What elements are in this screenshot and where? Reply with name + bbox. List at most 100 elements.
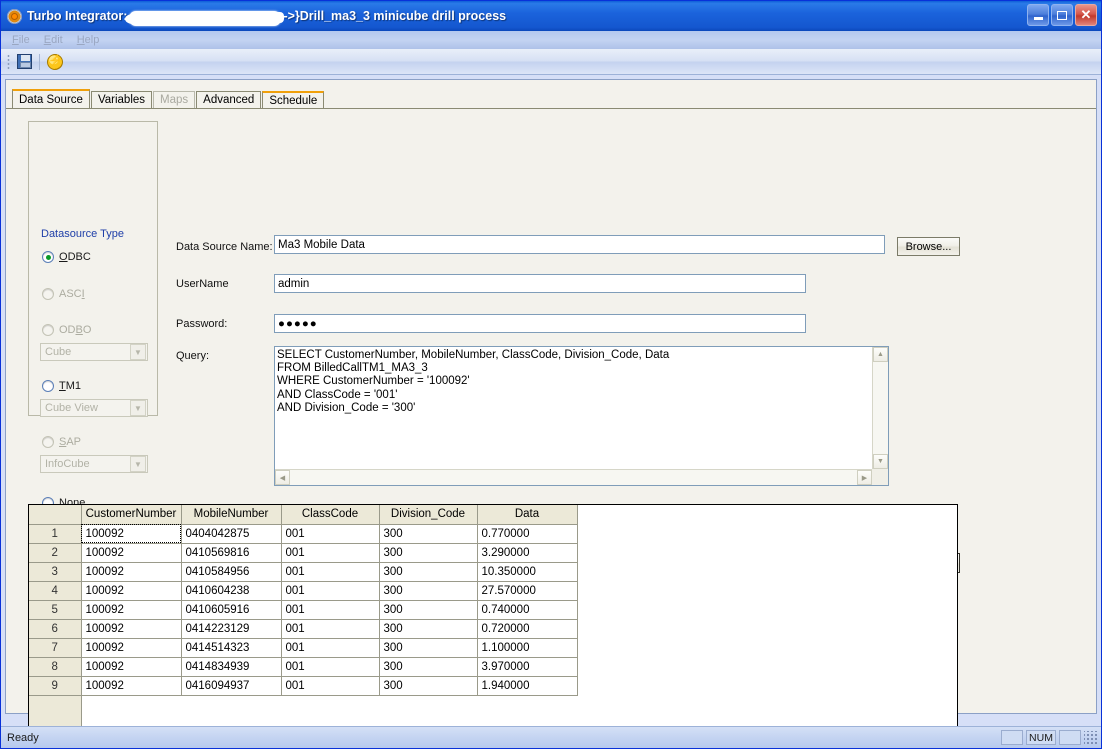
table-cell[interactable]: 001 bbox=[281, 581, 379, 600]
query-text[interactable]: SELECT CustomerNumber, MobileNumber, Cla… bbox=[277, 349, 871, 468]
table-cell[interactable]: 0.770000 bbox=[477, 524, 577, 543]
column-header-data[interactable]: Data bbox=[477, 505, 577, 524]
table-cell[interactable]: 300 bbox=[379, 524, 477, 543]
table-cell-empty[interactable] bbox=[379, 695, 477, 727]
tab-schedule[interactable]: Schedule bbox=[262, 91, 324, 108]
query-editor[interactable]: SELECT CustomerNumber, MobileNumber, Cla… bbox=[274, 346, 889, 486]
table-row-empty[interactable] bbox=[29, 695, 577, 727]
row-header-cell[interactable]: 4 bbox=[29, 581, 81, 600]
table-cell[interactable]: 001 bbox=[281, 676, 379, 695]
table-cell[interactable]: 100092 bbox=[81, 524, 181, 543]
table-cell[interactable]: 100092 bbox=[81, 638, 181, 657]
minimize-button[interactable] bbox=[1027, 4, 1049, 26]
table-cell[interactable]: 300 bbox=[379, 638, 477, 657]
table-cell[interactable]: 100092 bbox=[81, 600, 181, 619]
tab-advanced[interactable]: Advanced bbox=[196, 91, 261, 108]
table-cell[interactable]: 100092 bbox=[81, 676, 181, 695]
column-header-division-code[interactable]: Division_Code bbox=[379, 505, 477, 524]
preview-result-grid[interactable]: CustomerNumber MobileNumber ClassCode Di… bbox=[28, 504, 958, 732]
table-cell[interactable]: 300 bbox=[379, 600, 477, 619]
close-button[interactable]: ✕ bbox=[1075, 4, 1097, 26]
table-row[interactable]: 110009204040428750013000.770000 bbox=[29, 524, 577, 543]
table-row[interactable]: 910009204160949370013001.940000 bbox=[29, 676, 577, 695]
table-cell[interactable]: 100092 bbox=[81, 657, 181, 676]
menu-item-file[interactable]: File bbox=[7, 33, 39, 47]
menu-item-help[interactable]: Help bbox=[72, 33, 109, 47]
table-cell[interactable]: 0414834939 bbox=[181, 657, 281, 676]
table-row[interactable]: 610009204142231290013000.720000 bbox=[29, 619, 577, 638]
radio-tm1[interactable]: TM1 bbox=[42, 380, 81, 392]
table-cell[interactable]: 300 bbox=[379, 543, 477, 562]
table-cell[interactable]: 0410584956 bbox=[181, 562, 281, 581]
table-cell[interactable]: 100092 bbox=[81, 562, 181, 581]
row-header-cell[interactable]: 6 bbox=[29, 619, 81, 638]
table-cell[interactable]: 0414514323 bbox=[181, 638, 281, 657]
column-header-mobilenumber[interactable]: MobileNumber bbox=[181, 505, 281, 524]
tab-data-source[interactable]: Data Source bbox=[12, 89, 90, 108]
row-header-cell[interactable]: 5 bbox=[29, 600, 81, 619]
radio-odbc[interactable]: ODBC bbox=[42, 251, 91, 263]
datasource-name-input[interactable]: Ma3 Mobile Data bbox=[274, 235, 885, 254]
table-cell[interactable]: 300 bbox=[379, 657, 477, 676]
corner-header-cell[interactable] bbox=[29, 505, 81, 524]
table-cell[interactable]: 001 bbox=[281, 543, 379, 562]
row-header-cell[interactable]: 3 bbox=[29, 562, 81, 581]
table-cell[interactable]: 300 bbox=[379, 676, 477, 695]
table-cell[interactable]: 100092 bbox=[81, 543, 181, 562]
table-cell[interactable]: 1.100000 bbox=[477, 638, 577, 657]
resize-grip-icon[interactable] bbox=[1084, 731, 1098, 745]
scroll-down-icon[interactable]: ▼ bbox=[873, 454, 888, 469]
table-row[interactable]: 810009204148349390013003.970000 bbox=[29, 657, 577, 676]
query-vertical-scrollbar[interactable]: ▲ ▼ bbox=[872, 347, 888, 469]
tab-variables[interactable]: Variables bbox=[91, 91, 152, 108]
toolbar-drag-handle[interactable] bbox=[7, 54, 10, 70]
table-cell[interactable]: 001 bbox=[281, 524, 379, 543]
row-header-cell[interactable]: 1 bbox=[29, 524, 81, 543]
table-cell[interactable]: 001 bbox=[281, 562, 379, 581]
table-cell-empty[interactable] bbox=[281, 695, 379, 727]
query-horizontal-scrollbar[interactable]: ◀ ▶ bbox=[275, 469, 888, 485]
column-header-customernumber[interactable]: CustomerNumber bbox=[81, 505, 181, 524]
username-input[interactable]: admin bbox=[274, 274, 806, 293]
scroll-left-icon[interactable]: ◀ bbox=[275, 470, 290, 485]
row-header-cell[interactable] bbox=[29, 695, 81, 727]
table-cell[interactable]: 300 bbox=[379, 562, 477, 581]
table-cell[interactable]: 001 bbox=[281, 600, 379, 619]
table-cell[interactable]: 0410604238 bbox=[181, 581, 281, 600]
row-header-cell[interactable]: 7 bbox=[29, 638, 81, 657]
row-header-cell[interactable]: 9 bbox=[29, 676, 81, 695]
table-cell[interactable]: 0414223129 bbox=[181, 619, 281, 638]
maximize-button[interactable] bbox=[1051, 4, 1073, 26]
scroll-right-icon[interactable]: ▶ bbox=[857, 470, 872, 485]
table-cell[interactable]: 001 bbox=[281, 657, 379, 676]
table-cell[interactable]: 0410605916 bbox=[181, 600, 281, 619]
table-cell[interactable]: 1.940000 bbox=[477, 676, 577, 695]
table-cell[interactable]: 001 bbox=[281, 638, 379, 657]
table-cell[interactable]: 100092 bbox=[81, 581, 181, 600]
password-input[interactable]: ●●●●● bbox=[274, 314, 806, 333]
save-button[interactable] bbox=[14, 52, 34, 72]
table-cell[interactable]: 300 bbox=[379, 619, 477, 638]
row-header-cell[interactable]: 8 bbox=[29, 657, 81, 676]
browse-button[interactable]: Browse... bbox=[897, 237, 960, 256]
table-cell[interactable]: 27.570000 bbox=[477, 581, 577, 600]
table-cell[interactable]: 001 bbox=[281, 619, 379, 638]
table-cell-empty[interactable] bbox=[81, 695, 181, 727]
table-cell-empty[interactable] bbox=[477, 695, 577, 727]
table-cell[interactable]: 0.740000 bbox=[477, 600, 577, 619]
table-cell[interactable]: 0404042875 bbox=[181, 524, 281, 543]
table-cell[interactable]: 3.970000 bbox=[477, 657, 577, 676]
table-row[interactable]: 3100092041058495600130010.350000 bbox=[29, 562, 577, 581]
row-header-cell[interactable]: 2 bbox=[29, 543, 81, 562]
table-cell[interactable]: 0410569816 bbox=[181, 543, 281, 562]
table-row[interactable]: 210009204105698160013003.290000 bbox=[29, 543, 577, 562]
table-cell[interactable]: 0.720000 bbox=[477, 619, 577, 638]
table-cell[interactable]: 0416094937 bbox=[181, 676, 281, 695]
table-cell[interactable]: 100092 bbox=[81, 619, 181, 638]
table-cell[interactable]: 300 bbox=[379, 581, 477, 600]
run-process-button[interactable]: ⚡ bbox=[45, 52, 65, 72]
table-row[interactable]: 4100092041060423800130027.570000 bbox=[29, 581, 577, 600]
menu-item-edit[interactable]: Edit bbox=[39, 33, 72, 47]
table-cell[interactable]: 3.290000 bbox=[477, 543, 577, 562]
table-cell[interactable]: 10.350000 bbox=[477, 562, 577, 581]
